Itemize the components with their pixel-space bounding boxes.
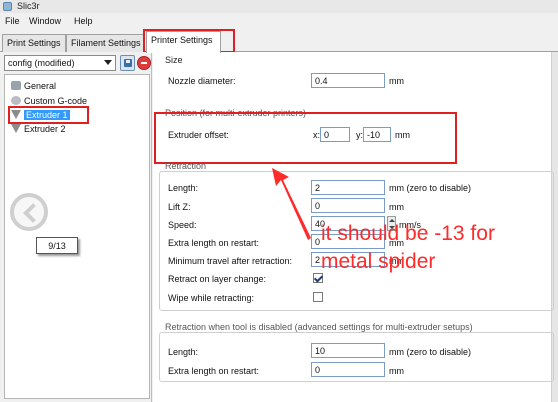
menu-bar: File Window Help (0, 13, 558, 30)
tree-item-label: Extruder 1 (24, 110, 70, 120)
tree-item-label: General (24, 81, 57, 91)
chevron-down-icon (104, 60, 112, 65)
retract-layer-change-label: Retract on layer change: (168, 274, 267, 284)
page-indicator: 9/13 (36, 237, 78, 254)
tab-printer-settings[interactable]: Printer Settings (146, 31, 221, 53)
tool-retract-length-unit: mm (zero to disable) (389, 347, 472, 357)
offset-unit: mm (395, 130, 410, 140)
settings-tabstrip: Print Settings Filament Settings Printer… (0, 30, 558, 53)
annotation-line-2: metal spider (321, 250, 436, 273)
funnel-icon (11, 110, 21, 119)
retract-length-input[interactable]: 2 (311, 180, 385, 195)
preset-select[interactable]: config (modified) (4, 55, 116, 71)
title-bar: Slic3r (0, 0, 558, 13)
save-preset-button[interactable] (120, 55, 135, 71)
app-icon (3, 2, 12, 11)
gear-icon (11, 96, 21, 105)
delete-preset-button[interactable] (137, 56, 151, 70)
tree-item-general[interactable]: General (11, 81, 56, 94)
lift-z-unit: mm (389, 202, 404, 212)
menu-help[interactable]: Help (74, 16, 93, 26)
retract-length-unit: mm (zero to disable) (389, 183, 472, 193)
tool-extra-length-label: Extra length on restart: (168, 366, 260, 376)
lift-z-label: Lift Z: (168, 202, 191, 212)
tree-item-label: Custom G-code (24, 96, 88, 106)
strikethrough-line (165, 113, 319, 114)
wipe-label: Wipe while retracting: (168, 293, 255, 303)
disk-icon (124, 59, 132, 67)
nozzle-diameter-label: Nozzle diameter: (168, 76, 236, 86)
tool-extra-length-input[interactable]: 0 (311, 362, 385, 377)
tool-retract-length-input[interactable]: 10 (311, 343, 385, 358)
wipe-checkbox[interactable] (313, 292, 323, 302)
retract-speed-label: Speed: (168, 220, 197, 230)
lift-z-input[interactable]: 0 (311, 198, 385, 213)
nozzle-diameter-unit: mm (389, 76, 404, 86)
printer-icon (11, 81, 21, 90)
min-travel-label: Minimum travel after retraction: (168, 256, 293, 266)
tool-extra-length-unit: mm (389, 366, 404, 376)
section-title-size: Size (165, 55, 183, 65)
nozzle-diameter-input[interactable]: 0.4 (311, 73, 385, 88)
tree-item-extruder-1[interactable]: Extruder 1 (11, 110, 70, 123)
extruder-offset-label: Extruder offset: (168, 130, 229, 140)
tree-item-extruder-2[interactable]: Extruder 2 (11, 124, 66, 137)
offset-x-label: x: (313, 130, 321, 140)
tool-retract-length-label: Length: (168, 347, 199, 357)
preset-select-value: config (modified) (8, 58, 75, 68)
window-title: Slic3r (17, 1, 40, 11)
section-title-retraction-disabled: Retraction when tool is disabled (advanc… (165, 322, 473, 332)
tree-item-label: Extruder 2 (24, 124, 66, 134)
chevron-left-icon[interactable] (10, 193, 48, 231)
retract-length-label: Length: (168, 183, 199, 193)
menu-window[interactable]: Window (29, 16, 61, 26)
tab-filament-settings[interactable]: Filament Settings (66, 34, 145, 52)
offset-y-input[interactable]: -10 (363, 127, 391, 142)
offset-x-input[interactable]: 0 (320, 127, 350, 142)
section-title-retraction: Retraction (165, 161, 207, 171)
menu-file[interactable]: File (5, 16, 20, 26)
tab-print-settings[interactable]: Print Settings (2, 34, 66, 52)
offset-y-label: y: (356, 130, 364, 140)
tree-item-custom-gcode[interactable]: Custom G-code (11, 96, 87, 109)
funnel-icon (11, 124, 21, 133)
extra-length-label: Extra length on restart: (168, 238, 260, 248)
annotation-text: it should be -13 for metal spider (321, 220, 495, 276)
annotation-line-1: it should be -13 for (321, 222, 495, 245)
